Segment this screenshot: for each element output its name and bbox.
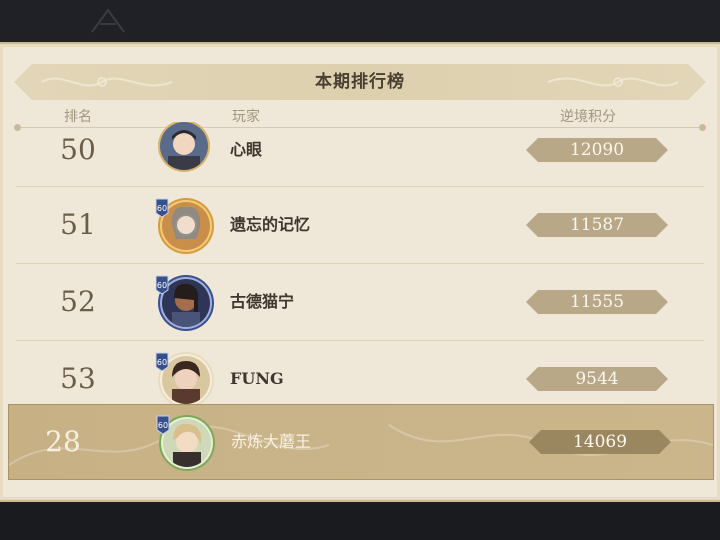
- game-screen: 本期排行榜 排名 玩家 逆境积分 50 心眼 12090 51 60 遗忘的记忆…: [0, 0, 720, 540]
- leaderboard-row[interactable]: 51 60 遗忘的记忆 11587: [16, 187, 704, 264]
- my-player-name: 赤炼大蘑王: [231, 432, 312, 451]
- row-rank: 52: [60, 285, 96, 318]
- score-badge: 11555: [526, 290, 668, 314]
- leaderboard-title: 本期排行榜: [315, 72, 405, 92]
- level-badge: 60: [157, 281, 167, 290]
- player-avatar[interactable]: 60: [154, 272, 214, 332]
- score-badge: 9544: [526, 367, 668, 391]
- player-name: 心眼: [230, 140, 263, 159]
- leaderboard-row[interactable]: 52 60 古德猫宁 11555: [16, 264, 704, 341]
- my-rank: 28: [45, 425, 81, 458]
- player-avatar[interactable]: [154, 122, 214, 178]
- row-rank: 50: [60, 133, 96, 166]
- my-avatar[interactable]: 60: [155, 412, 215, 472]
- player-name: 古德猫宁: [230, 292, 295, 311]
- level-badge: 60: [158, 421, 168, 430]
- leaderboard-title-bar: 本期排行榜: [14, 64, 706, 100]
- score-badge: 11587: [526, 213, 668, 237]
- player-avatar[interactable]: 60: [154, 195, 214, 255]
- background-ornament-icon: [91, 8, 125, 33]
- row-rank: 51: [60, 208, 96, 241]
- score-badge: 12090: [526, 138, 668, 162]
- my-rank-row[interactable]: 28 60 赤炼大蘑王 14069: [8, 404, 714, 480]
- player-avatar[interactable]: 60: [154, 349, 214, 409]
- leaderboard-row[interactable]: 50 心眼 12090: [16, 114, 704, 187]
- player-name: 遗忘的记忆: [230, 215, 311, 234]
- my-score-badge: 14069: [529, 430, 671, 454]
- level-badge: 60: [157, 358, 167, 367]
- level-badge: 60: [157, 204, 167, 213]
